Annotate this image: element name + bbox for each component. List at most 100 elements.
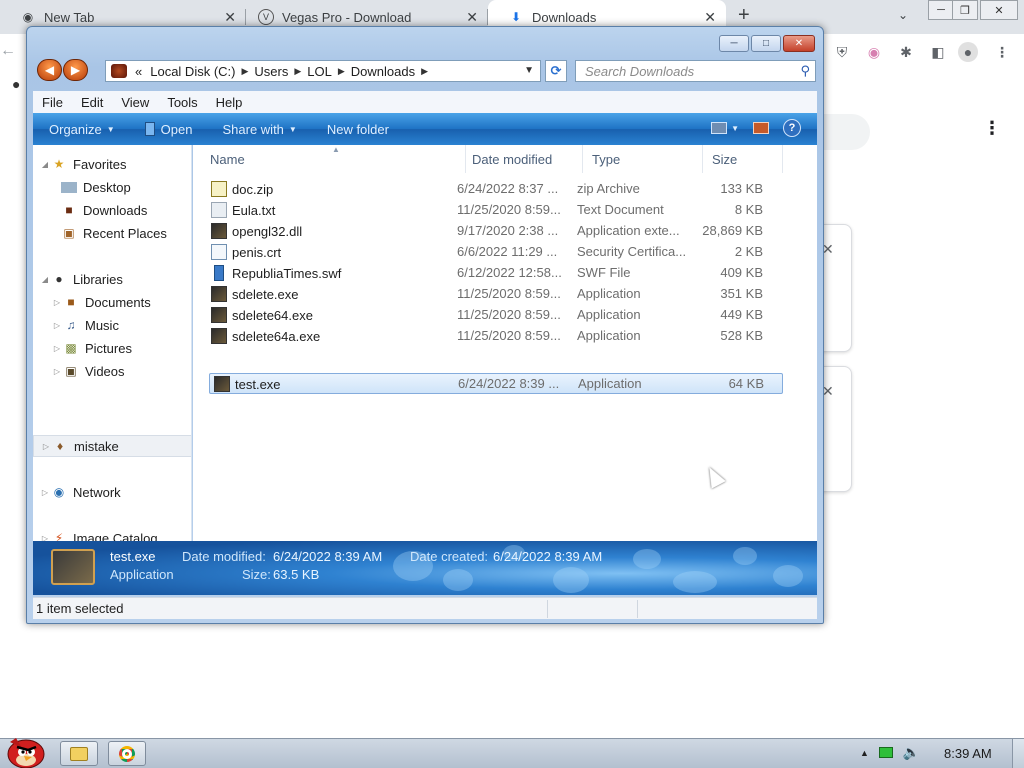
help-icon[interactable]: ?: [783, 119, 801, 137]
address-dropdown-icon[interactable]: ▼: [524, 65, 534, 76]
more-options-icon[interactable]: ⋮: [983, 118, 1001, 139]
file-row-selected[interactable]: test.exe 6/24/2022 8:39 ... Application …: [209, 373, 783, 394]
open-icon: [144, 122, 155, 136]
close-icon[interactable]: ✕: [466, 9, 478, 26]
column-header-type[interactable]: Type: [583, 145, 703, 173]
show-hidden-icons-icon[interactable]: ▲: [860, 748, 869, 758]
expand-icon[interactable]: ▷: [51, 321, 63, 330]
new-tab-button[interactable]: +: [738, 4, 750, 27]
file-row[interactable]: Eula.txt 11/25/2020 8:59... Text Documen…: [207, 199, 781, 220]
menu-file[interactable]: File: [33, 95, 72, 110]
expand-icon[interactable]: ▷: [40, 442, 52, 451]
chevron-right-icon[interactable]: ▶: [239, 66, 250, 77]
nav-network[interactable]: ▷ ◉ Network: [33, 481, 191, 503]
close-button[interactable]: ✕: [980, 0, 1018, 20]
nav-desktop[interactable]: Desktop: [33, 176, 191, 198]
expand-icon[interactable]: ▷: [51, 367, 63, 376]
minimize-button[interactable]: ─: [928, 0, 954, 20]
show-desktop-button[interactable]: [1012, 739, 1024, 768]
ublock-icon[interactable]: ⛨: [832, 42, 852, 62]
nav-mistake[interactable]: ▷ ♦ mistake: [33, 435, 191, 457]
file-row[interactable]: sdelete64a.exe 11/25/2020 8:59... Applic…: [207, 325, 781, 346]
file-row[interactable]: sdelete64.exe 11/25/2020 8:59... Applica…: [207, 304, 781, 325]
back-button[interactable]: ◀: [37, 59, 62, 81]
file-date: 11/25/2020 8:59...: [457, 307, 561, 322]
menu-view[interactable]: View: [112, 95, 158, 110]
close-icon[interactable]: ✕: [704, 9, 716, 26]
file-row[interactable]: opengl32.dll 9/17/2020 2:38 ... Applicat…: [207, 220, 781, 241]
reload-icon[interactable]: ●: [12, 76, 20, 92]
search-icon[interactable]: ⚲: [800, 63, 810, 79]
maximize-button[interactable]: □: [751, 35, 781, 52]
file-row[interactable]: doc.zip 6/24/2022 8:37 ... zip Archive 1…: [207, 178, 781, 199]
column-header-size[interactable]: Size: [703, 145, 783, 173]
system-tray: ▲ 🔈: [860, 744, 920, 761]
file-date: 11/25/2020 8:59...: [457, 286, 561, 301]
nav-recent-places[interactable]: ▣ Recent Places: [33, 222, 191, 244]
nav-libraries[interactable]: ◢ ● Libraries: [33, 268, 191, 290]
column-label: Size: [712, 151, 738, 167]
file-size: 133 KB: [720, 181, 763, 196]
taskbar-explorer-button[interactable]: [60, 741, 98, 766]
downloads-search-field[interactable]: [820, 114, 870, 150]
tab-title: New Tab: [44, 9, 95, 25]
nav-pictures[interactable]: ▷ ▩ Pictures: [33, 337, 191, 359]
chevron-right-icon[interactable]: ▶: [292, 66, 303, 77]
breadcrumb-downloads[interactable]: Downloads: [347, 64, 419, 79]
expand-icon[interactable]: ▷: [51, 298, 63, 307]
open-button[interactable]: Open: [144, 122, 192, 137]
network-status-icon[interactable]: [878, 747, 893, 758]
menu-edit[interactable]: Edit: [72, 95, 112, 110]
share-with-button[interactable]: Share with ▼: [222, 122, 296, 137]
breadcrumb-local-disk[interactable]: Local Disk (C:): [146, 64, 239, 79]
tab-search-chevron-icon[interactable]: ⌄: [898, 8, 908, 22]
minimize-button[interactable]: ─: [719, 35, 749, 52]
collapse-icon[interactable]: ◢: [39, 275, 51, 284]
breadcrumb-users[interactable]: Users: [250, 64, 292, 79]
menu-tools[interactable]: Tools: [158, 95, 206, 110]
chrome-menu-icon[interactable]: ⋮: [992, 42, 1012, 62]
new-folder-button[interactable]: New folder: [327, 122, 389, 137]
file-type: zip Archive: [577, 181, 640, 196]
expand-icon[interactable]: ▷: [39, 534, 51, 542]
forward-button[interactable]: ▶: [63, 59, 88, 81]
address-bar[interactable]: « Local Disk (C:) ▶ Users ▶ LOL ▶ Downlo…: [105, 60, 541, 82]
command-bar-right: ▼ ?: [711, 119, 801, 137]
collapse-icon[interactable]: ◢: [39, 160, 51, 169]
restore-button[interactable]: ❐: [952, 0, 978, 20]
profile-avatar-icon[interactable]: ●: [958, 42, 978, 62]
close-button[interactable]: ✕: [783, 35, 815, 52]
nav-downloads[interactable]: ■ Downloads: [33, 199, 191, 221]
start-button-angry-bird-icon[interactable]: [2, 730, 46, 768]
taskbar-clock[interactable]: 8:39 AM: [944, 746, 992, 761]
change-view-button[interactable]: ▼: [711, 122, 739, 134]
expand-icon[interactable]: ▷: [51, 344, 63, 353]
nav-favorites[interactable]: ◢ ★ Favorites: [33, 153, 191, 175]
column-header-name[interactable]: Name: [201, 145, 466, 173]
taskbar-chrome-button[interactable]: [108, 741, 146, 766]
expand-icon[interactable]: ▷: [39, 488, 51, 497]
search-input[interactable]: Search Downloads ⚲: [575, 60, 816, 82]
back-icon[interactable]: ←: [0, 42, 24, 60]
nav-videos[interactable]: ▷ ▣ Videos: [33, 360, 191, 382]
volume-icon[interactable]: 🔈: [903, 744, 920, 761]
breadcrumb-lol[interactable]: LOL: [303, 64, 336, 79]
file-row[interactable]: penis.crt 6/6/2022 11:29 ... Security Ce…: [207, 241, 781, 262]
chevron-right-icon[interactable]: ▶: [419, 66, 430, 77]
preview-pane-icon[interactable]: [753, 122, 769, 134]
close-icon[interactable]: ✕: [224, 9, 236, 26]
column-header-date-modified[interactable]: Date modified: [463, 145, 583, 173]
file-row[interactable]: RepubliaTimes.swf 6/12/2022 12:58... SWF…: [207, 262, 781, 283]
menu-help[interactable]: Help: [207, 95, 252, 110]
extensions-puzzle-icon[interactable]: ✱: [896, 42, 916, 62]
organize-button[interactable]: Organize ▼: [49, 122, 115, 137]
chevron-right-icon[interactable]: ▶: [336, 66, 347, 77]
nav-documents[interactable]: ▷ ■ Documents: [33, 291, 191, 313]
nav-image-catalog[interactable]: ▷ ⚡ Image Catalog: [33, 527, 191, 542]
extension-flag-icon[interactable]: ◉: [864, 42, 884, 62]
file-row[interactable]: sdelete.exe 11/25/2020 8:59... Applicati…: [207, 283, 781, 304]
side-panel-icon[interactable]: ◧: [928, 42, 948, 62]
refresh-button[interactable]: ⟳: [545, 60, 567, 82]
nav-music[interactable]: ▷ ♫ Music: [33, 314, 191, 336]
breadcrumb-overflow[interactable]: «: [131, 64, 146, 79]
